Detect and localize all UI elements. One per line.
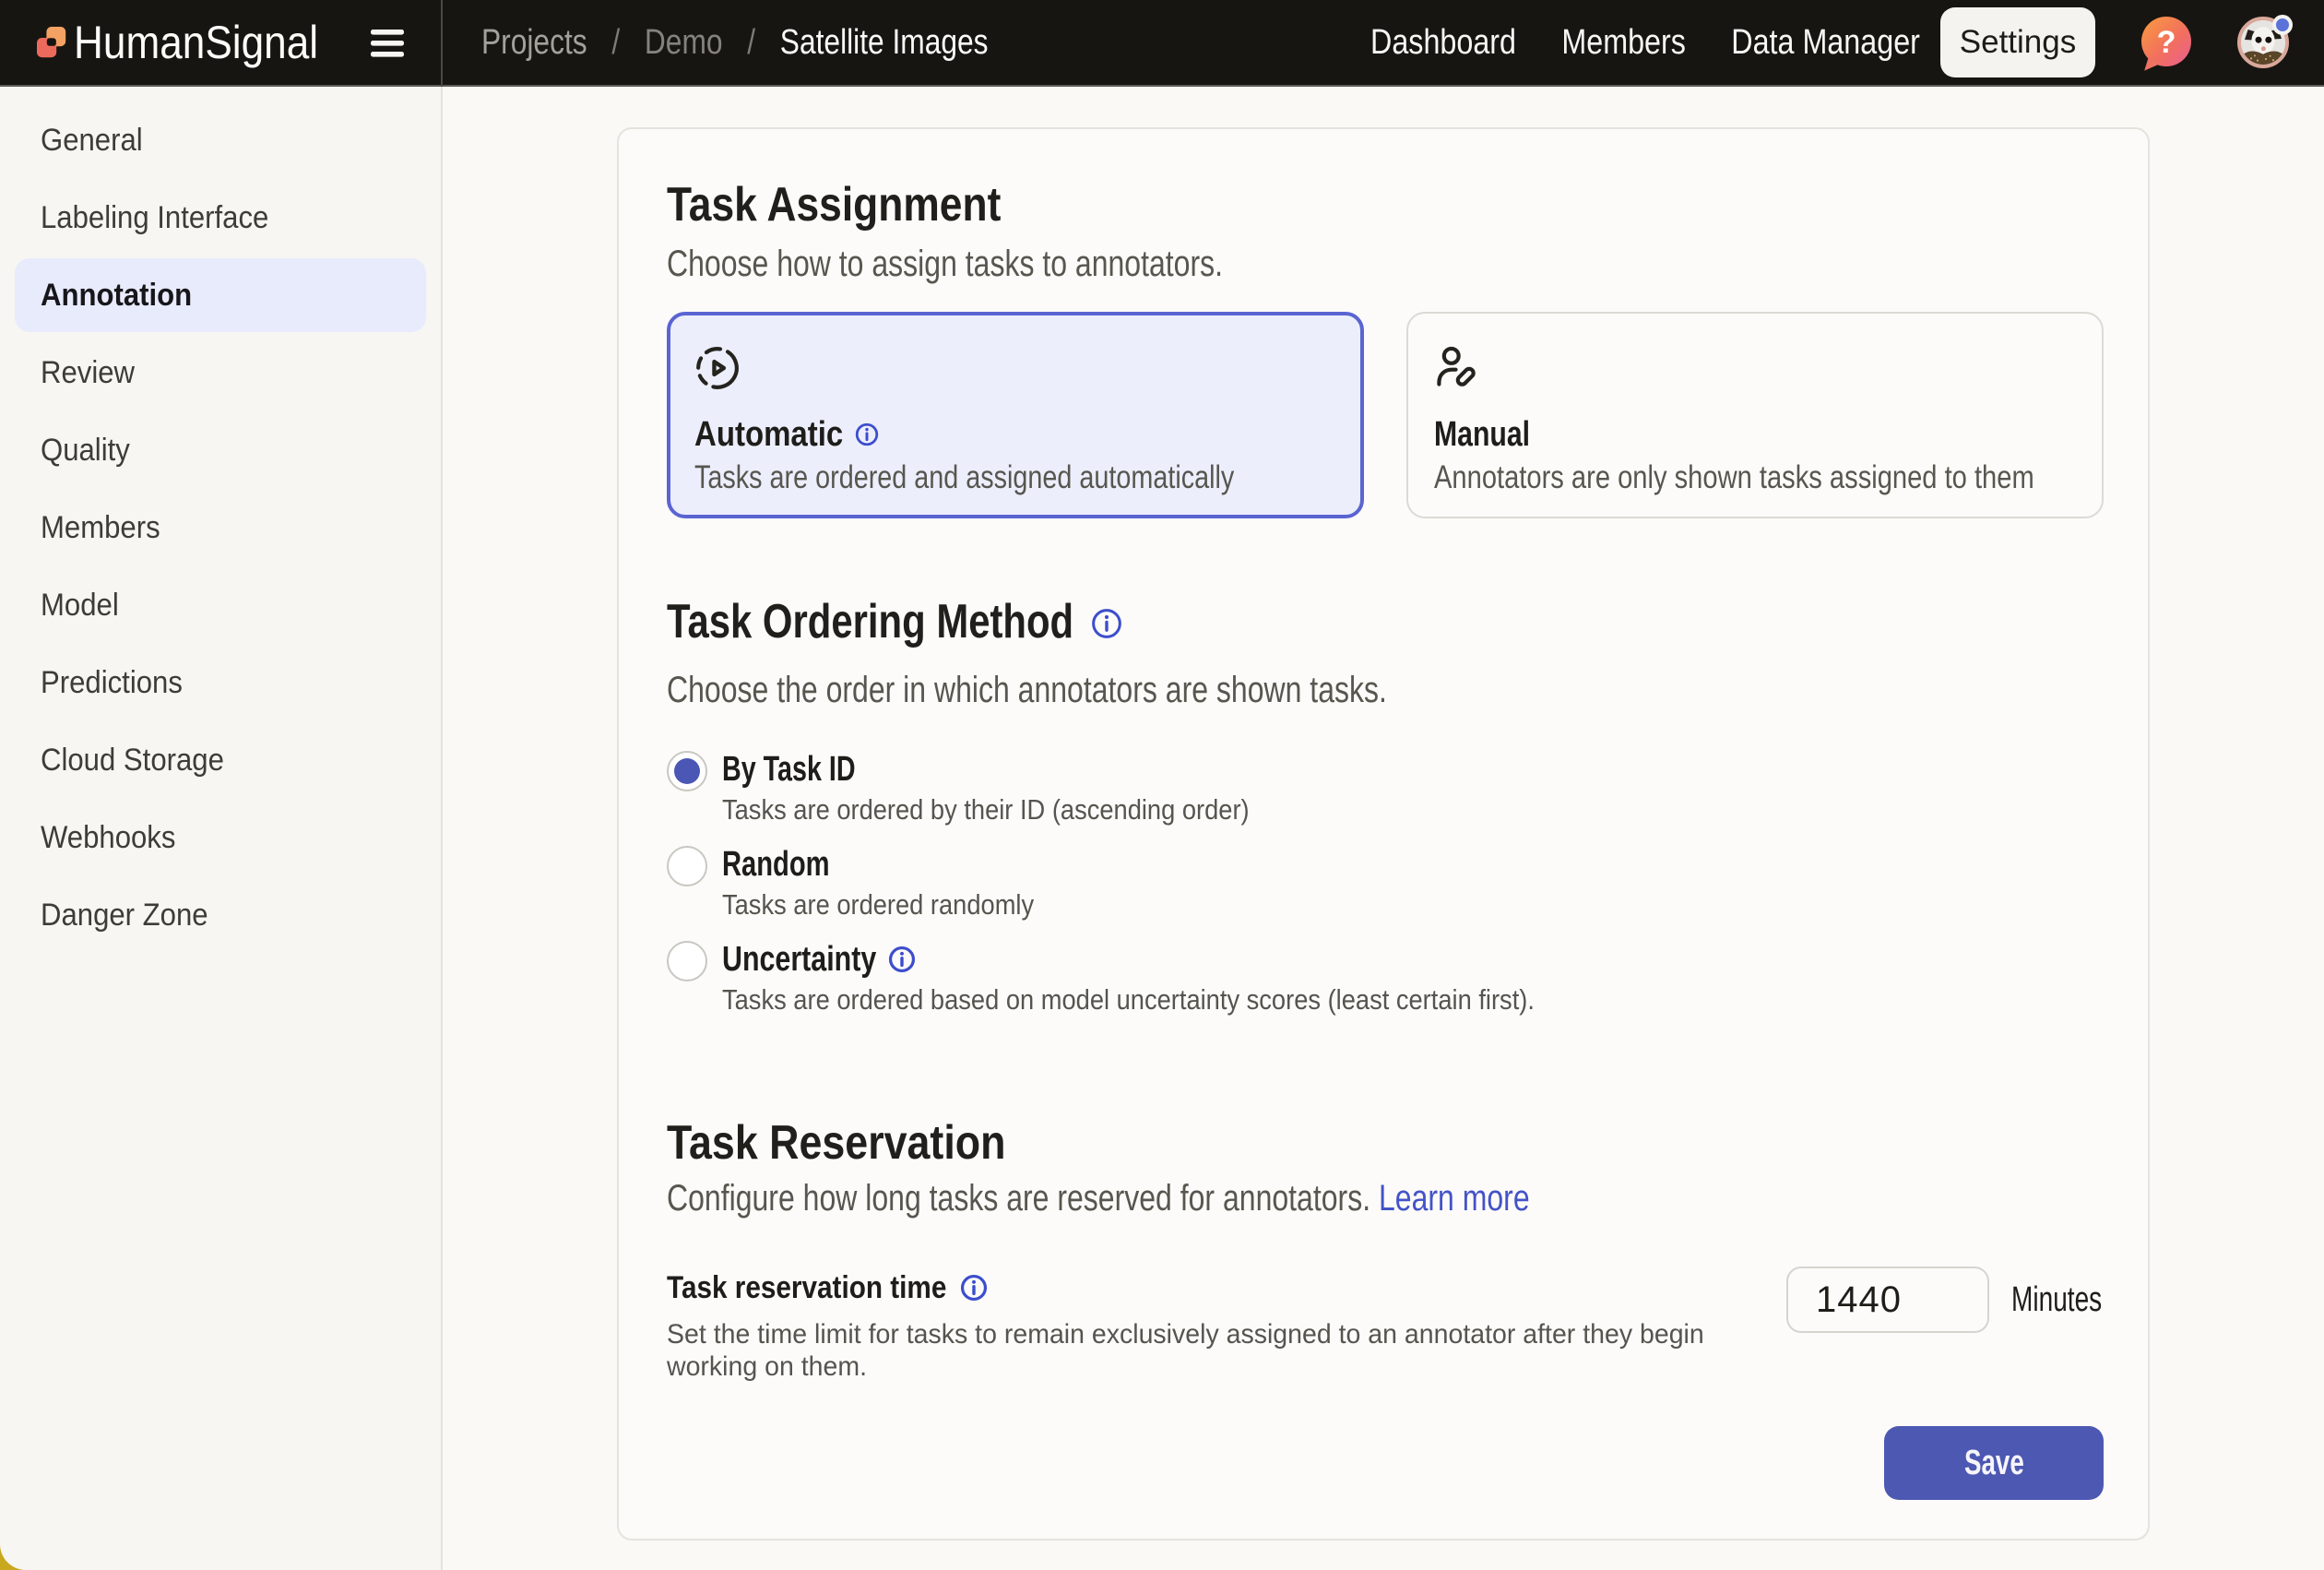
svg-text:?: ? [2157, 25, 2176, 60]
